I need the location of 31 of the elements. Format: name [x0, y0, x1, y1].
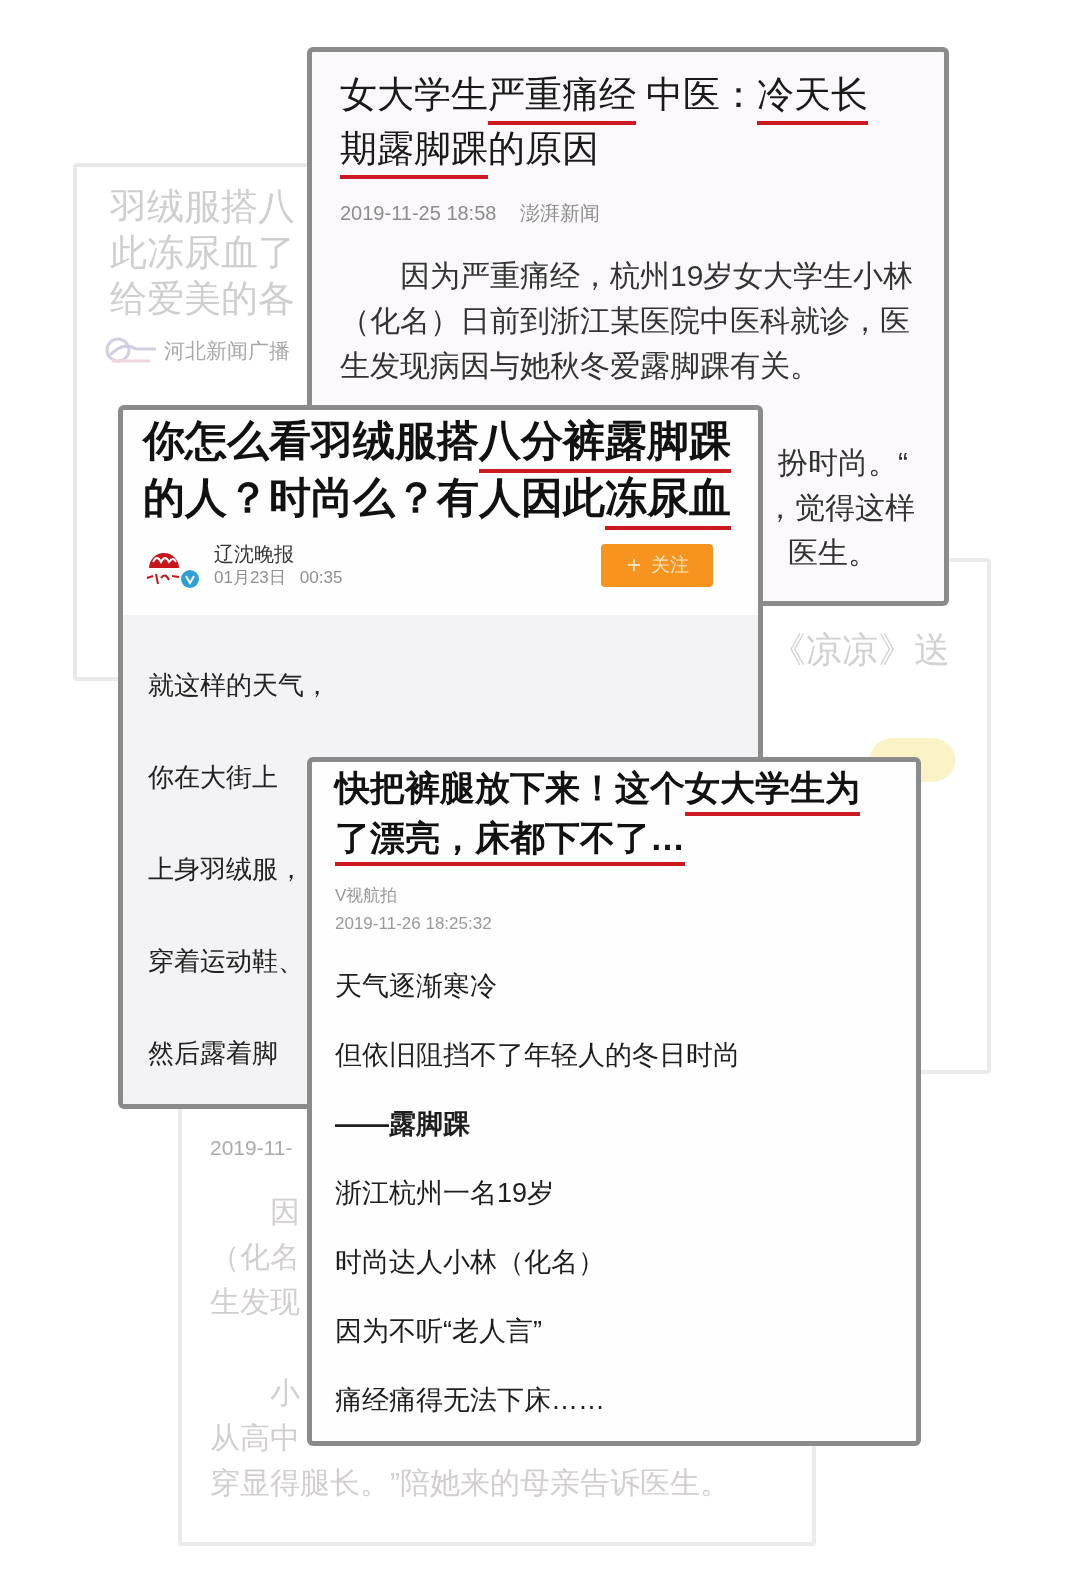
plus-icon: [625, 556, 643, 574]
article-paragraph: 因为严重痛经，杭州19岁女大学生小林（化名）日前到浙江某医院中医科就诊，医生发现病因与她秋冬爱露脚踝有关。: [340, 258, 915, 384]
article-text: 你在大街上: [148, 761, 278, 794]
publish-date: 2019-11-: [210, 1135, 293, 1161]
logo-icon: [104, 337, 158, 365]
article-title: 女大学生严重痛经 中医：冷天长 期露脚踝的原因: [340, 71, 900, 179]
article-text: 穿着运动鞋、: [148, 945, 304, 978]
article-text: 时尚达人小林（化名）: [335, 1246, 605, 1279]
article-text: 上身羽绒服，: [148, 853, 304, 886]
article-text: 就这样的天气，: [148, 669, 330, 702]
article-text: 天气逐渐寒冷: [335, 970, 497, 1003]
article-text: ，觉得这样: [765, 490, 915, 526]
source-name: V视航拍: [335, 885, 398, 907]
source-name: 辽沈晚报: [214, 541, 294, 567]
publish-date: 2019-11-25 18:58: [340, 201, 497, 226]
publish-date: 2019-11-26 18:25:32: [335, 913, 492, 935]
article-text: 医生。: [788, 535, 878, 571]
article-text: 痛经痛得无法下床……: [335, 1384, 605, 1417]
article-text: 但依旧阻挡不了年轻人的冬日时尚: [335, 1039, 740, 1072]
source-name: 河北新闻广播: [164, 338, 290, 364]
publish-date: 01月23日: [214, 566, 286, 589]
article-text: 浙江杭州一名19岁: [335, 1177, 555, 1210]
follow-button[interactable]: 关注: [601, 543, 713, 587]
article-text: 因为不听“老人言”: [335, 1315, 542, 1348]
source-name: 澎湃新闻: [520, 201, 601, 226]
article-text: ——露脚踝: [335, 1108, 470, 1141]
article-title: 快把裤腿放下来！这个女大学生为 了漂亮，床都下不了…: [335, 766, 895, 866]
article-text: 然后露着脚: [148, 1037, 278, 1070]
article-text: 扮时尚。“: [778, 445, 908, 481]
publish-time: 00:35: [299, 566, 343, 589]
article-title: 你怎么看羽绒服搭八分裤露脚踝 的人？时尚么？有人因此冻尿血: [143, 416, 753, 530]
